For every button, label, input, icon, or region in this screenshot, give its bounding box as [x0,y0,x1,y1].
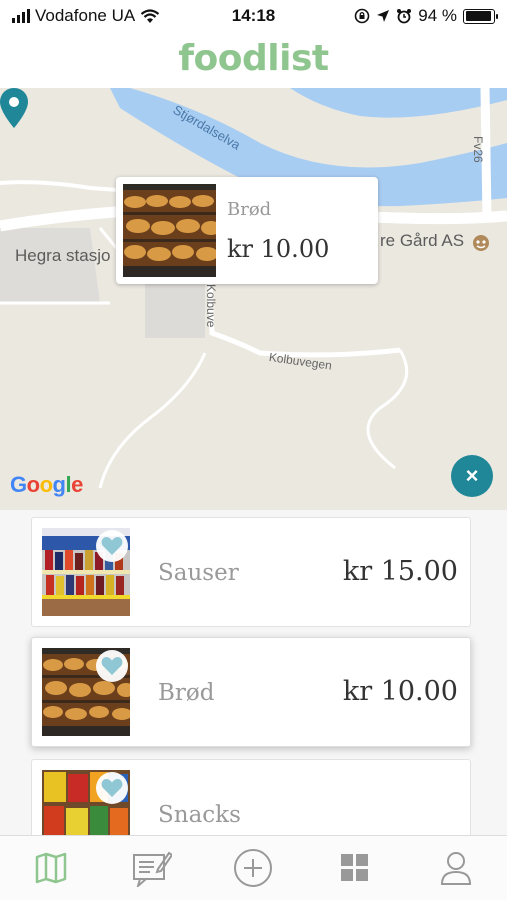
map-label-place: re Gård AS [380,231,465,250]
favorite-heart-icon[interactable] [96,650,128,682]
map-info-popup[interactable]: Brød kr 10.00 [116,177,378,284]
close-map-button[interactable]: × [451,455,493,497]
map-view[interactable]: Stjørdalselva Fv26 Hegra stasjo re Gård … [0,88,507,510]
google-logo: Google [10,472,83,497]
product-price: kr 15.00 [342,556,458,587]
list-item[interactable]: Snacks [31,759,471,835]
product-name: Sauser [158,560,239,586]
bread-shelf-thumbnail [123,184,216,277]
popup-product-price: kr 10.00 [227,235,330,263]
alarm-icon [397,9,412,24]
list-item[interactable]: Brød kr 10.00 [31,637,471,747]
favorite-heart-icon[interactable] [96,530,128,562]
battery-percent: 94 % [418,6,457,25]
product-name: Brød [158,680,215,706]
tab-grid[interactable] [325,843,385,893]
product-name: Snacks [158,802,241,828]
profile-icon [441,852,472,885]
map-label-street-vertical: Kolbuve [204,284,218,328]
tab-map[interactable] [21,843,81,893]
product-list[interactable]: Sauser kr 15.00 Brød kr 10.00 Snacks [0,510,507,835]
add-circle-icon [234,849,273,887]
tab-add[interactable] [223,843,283,893]
list-item[interactable]: Sauser kr 15.00 [31,517,471,627]
app-header: foodlist [0,30,507,88]
map-icon [35,852,66,884]
map-label-station: Hegra stasjo [15,246,111,265]
tab-profile[interactable] [426,843,486,893]
favorite-heart-icon[interactable] [96,772,128,804]
popup-product-name: Brød [227,199,272,220]
product-price: kr 10.00 [342,676,458,707]
grid-icon [340,854,368,881]
place-marker-icon[interactable] [471,233,491,253]
app-title: foodlist [178,38,329,79]
rotation-lock-icon [354,8,370,24]
tab-list[interactable] [122,843,182,893]
map-canvas [0,88,507,510]
map-pin-icon[interactable] [0,88,28,128]
edit-list-icon [133,851,173,887]
map-label-road: Fv26 [471,136,485,163]
status-bar: Vodafone UA 14:18 94 % [0,0,507,30]
location-icon [377,10,390,22]
battery-icon [463,8,498,24]
tab-bar [0,835,507,900]
